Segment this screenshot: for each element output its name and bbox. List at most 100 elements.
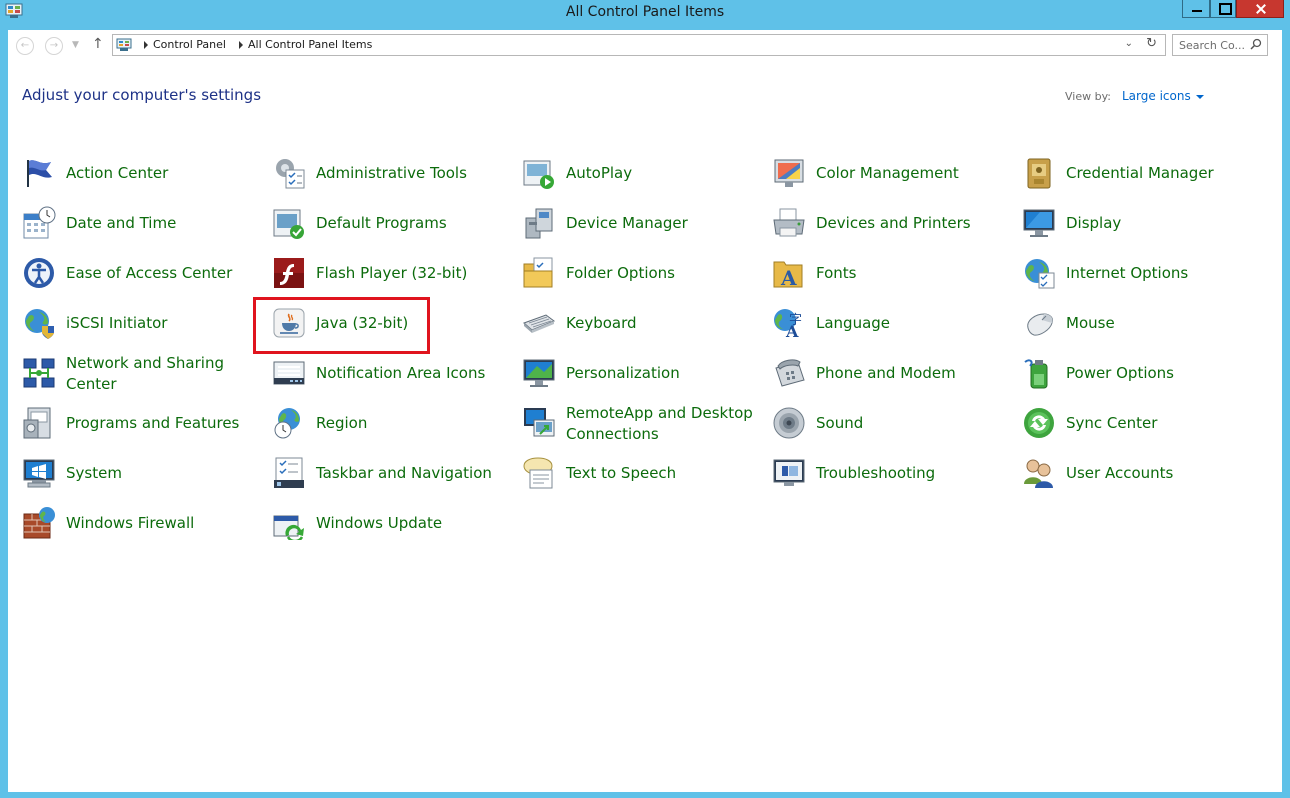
remoteapp-icon[interactable] <box>522 406 556 440</box>
control-panel-item-label[interactable]: Display <box>1066 213 1121 234</box>
control-panel-item[interactable]: A 字 Language <box>772 300 1002 348</box>
credential-manager-icon[interactable] <box>1022 156 1056 190</box>
recent-locations-chevron-icon[interactable]: ▼ <box>72 40 79 50</box>
item-label-line[interactable]: Connections <box>566 424 753 445</box>
control-panel-item[interactable]: Administrative Tools <box>272 150 502 198</box>
device-manager-icon[interactable] <box>522 206 556 240</box>
internet-options-icon[interactable] <box>1022 256 1056 290</box>
power-options-icon[interactable] <box>1022 356 1056 390</box>
control-panel-item-label[interactable]: Power Options <box>1066 363 1174 384</box>
language-icon[interactable]: A字 <box>772 306 806 341</box>
address-history-chevron-icon[interactable]: ⌄ <box>1125 38 1133 49</box>
control-panel-item[interactable]: Device Manager <box>522 200 752 248</box>
control-panel-item[interactable]: iSCSI Initiator <box>22 300 252 348</box>
control-panel-item[interactable]: Default Programs <box>272 200 502 248</box>
forward-button[interactable]: → <box>45 37 63 55</box>
maximize-button[interactable] <box>1210 0 1236 18</box>
control-panel-item[interactable]: Color Management <box>772 150 1002 198</box>
control-panel-item[interactable]: A Fonts <box>772 250 1002 298</box>
control-panel-item-label[interactable]: Date and Time <box>66 213 176 234</box>
control-panel-item-label[interactable]: Color Management <box>816 163 959 184</box>
sync-center-icon[interactable] <box>1022 406 1056 440</box>
control-panel-item-label[interactable]: Text to Speech <box>566 463 676 484</box>
control-panel-item-label[interactable]: Keyboard <box>566 313 637 334</box>
close-button[interactable] <box>1236 0 1284 18</box>
control-panel-item-label[interactable]: RemoteApp and Desktop Connections <box>566 403 753 445</box>
network-icon[interactable] <box>22 356 56 390</box>
control-panel-item-label[interactable]: Region <box>316 413 367 434</box>
autoplay-icon[interactable] <box>522 156 556 190</box>
breadcrumb-separator-icon[interactable] <box>239 41 243 49</box>
back-button[interactable]: ← <box>16 37 34 55</box>
date-time-icon[interactable] <box>22 206 56 240</box>
control-panel-item-label[interactable]: Phone and Modem <box>816 363 956 384</box>
control-panel-item[interactable]: Troubleshooting <box>772 450 1002 498</box>
control-panel-item-label[interactable]: Devices and Printers <box>816 213 971 234</box>
control-panel-item-label[interactable]: Taskbar and Navigation <box>316 463 492 484</box>
control-panel-item[interactable]: Keyboard <box>522 300 752 348</box>
control-panel-item[interactable]: AutoPlay <box>522 150 752 198</box>
control-panel-item[interactable]: System <box>22 450 252 498</box>
control-panel-item-label[interactable]: Language <box>816 313 890 334</box>
folder-options-icon[interactable] <box>522 256 556 290</box>
system-icon[interactable] <box>22 456 56 490</box>
control-panel-item-label[interactable]: Troubleshooting <box>816 463 935 484</box>
control-panel-item[interactable]: Ease of Access Center <box>22 250 252 298</box>
control-panel-item[interactable]: Date and Time <box>22 200 252 248</box>
control-panel-item-label[interactable]: Mouse <box>1066 313 1115 334</box>
control-panel-item[interactable]: Folder Options <box>522 250 752 298</box>
control-panel-item[interactable]: Flash Player (32-bit) <box>272 250 502 298</box>
control-panel-item[interactable]: Display <box>1022 200 1252 248</box>
item-label-line[interactable]: Network and Sharing <box>66 353 224 374</box>
control-panel-item[interactable]: Phone and Modem <box>772 350 1002 398</box>
control-panel-item[interactable]: Mouse <box>1022 300 1252 348</box>
region-icon[interactable] <box>272 406 306 440</box>
control-panel-item-label[interactable]: Flash Player (32-bit) <box>316 263 467 284</box>
mouse-icon[interactable] <box>1022 306 1056 340</box>
programs-features-icon[interactable] <box>22 406 56 440</box>
control-panel-item-label[interactable]: Sync Center <box>1066 413 1157 434</box>
control-panel-item[interactable]: Sync Center <box>1022 400 1252 448</box>
printer-icon[interactable] <box>772 206 806 240</box>
up-arrow-icon[interactable]: ↑ <box>92 36 104 52</box>
control-panel-item-label[interactable]: Internet Options <box>1066 263 1188 284</box>
control-panel-item[interactable]: Region <box>272 400 502 448</box>
control-panel-item-label[interactable]: User Accounts <box>1066 463 1173 484</box>
control-panel-item-label[interactable]: Sound <box>816 413 863 434</box>
control-panel-item-label[interactable]: Credential Manager <box>1066 163 1214 184</box>
control-panel-item-label[interactable]: Folder Options <box>566 263 675 284</box>
control-panel-item-label[interactable]: Windows Update <box>316 513 442 534</box>
control-panel-item[interactable]: Windows Firewall <box>22 500 252 548</box>
control-panel-item-label[interactable]: AutoPlay <box>566 163 632 184</box>
notification-area-icon[interactable] <box>272 356 306 390</box>
troubleshooting-icon[interactable] <box>772 456 806 490</box>
control-panel-item[interactable]: Personalization <box>522 350 752 398</box>
control-panel-item[interactable]: User Accounts <box>1022 450 1252 498</box>
control-panel-item[interactable]: Action Center <box>22 150 252 198</box>
control-panel-item-label[interactable]: Default Programs <box>316 213 447 234</box>
minimize-button[interactable] <box>1182 0 1210 18</box>
keyboard-icon[interactable] <box>522 306 556 340</box>
control-panel-item[interactable]: Taskbar and Navigation <box>272 450 502 498</box>
breadcrumb-control-panel[interactable]: Control Panel <box>153 38 226 51</box>
control-panel-item-label[interactable]: Administrative Tools <box>316 163 467 184</box>
windows-update-icon[interactable] <box>272 506 306 543</box>
taskbar-icon[interactable] <box>272 456 306 490</box>
breadcrumb-separator-icon[interactable] <box>144 41 148 49</box>
control-panel-item[interactable]: RemoteApp and Desktop Connections <box>522 400 753 448</box>
control-panel-item-label[interactable]: System <box>66 463 122 484</box>
view-by-dropdown[interactable]: Large icons <box>1122 89 1204 103</box>
admin-tools-icon[interactable] <box>272 156 306 190</box>
control-panel-item[interactable]: Internet Options <box>1022 250 1252 298</box>
control-panel-item-label[interactable]: Device Manager <box>566 213 688 234</box>
control-panel-item-label[interactable]: Action Center <box>66 163 168 184</box>
color-management-icon[interactable] <box>772 156 806 190</box>
fonts-icon[interactable]: A <box>772 256 806 290</box>
control-panel-item[interactable]: Notification Area Icons <box>272 350 502 398</box>
control-panel-item[interactable]: Windows Update <box>272 500 502 548</box>
ease-of-access-icon[interactable] <box>22 256 56 290</box>
text-to-speech-icon[interactable] <box>522 456 556 490</box>
user-accounts-icon[interactable] <box>1022 456 1056 490</box>
flag-icon[interactable] <box>22 156 56 190</box>
phone-modem-icon[interactable] <box>772 356 806 390</box>
